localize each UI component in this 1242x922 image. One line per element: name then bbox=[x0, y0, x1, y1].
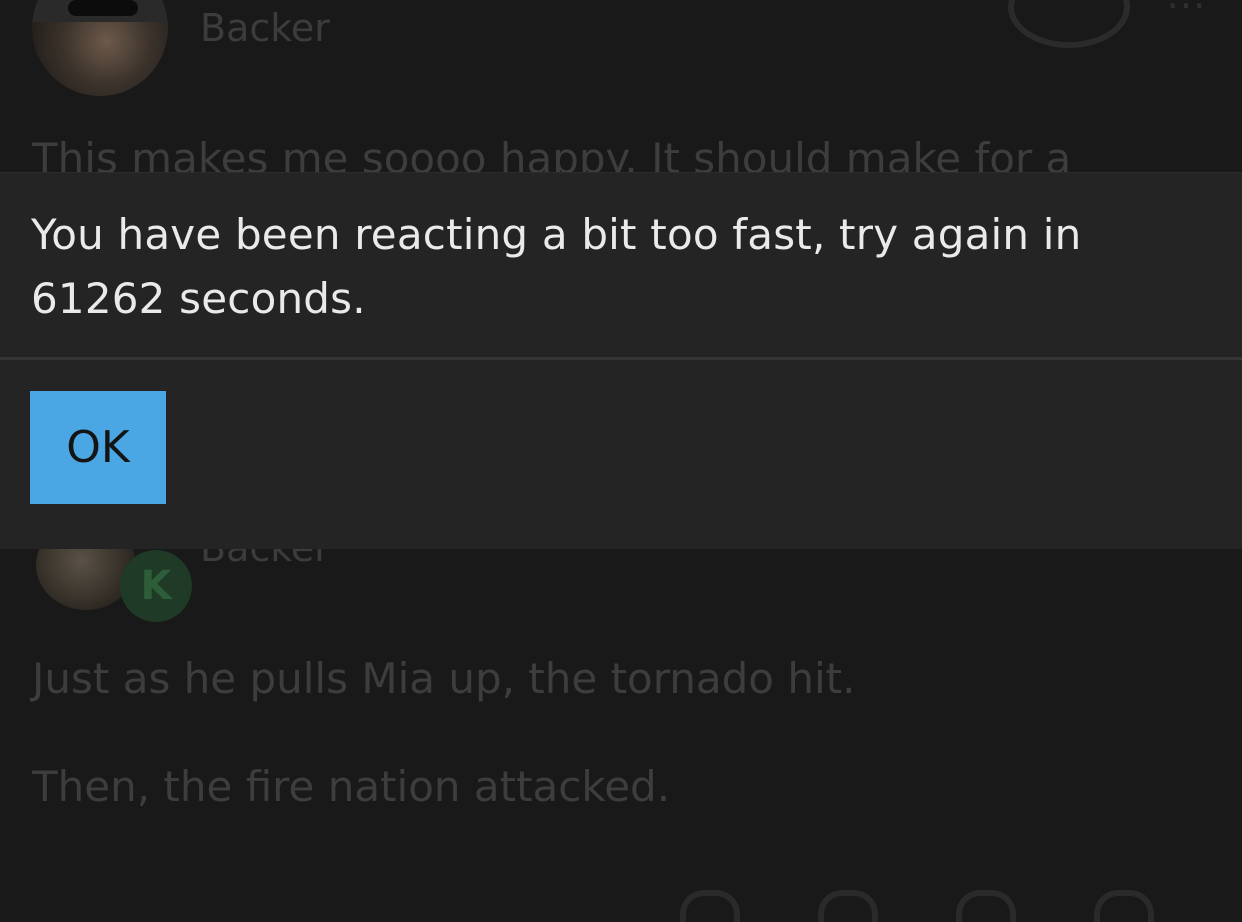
like-icon bbox=[680, 890, 740, 922]
avatar-glasses bbox=[68, 0, 138, 16]
reply-icon bbox=[1094, 890, 1154, 922]
more-icon: ⋯ bbox=[1166, 0, 1212, 28]
post-text-line: Just as he pulls Mia up, the tornado hit… bbox=[32, 654, 856, 703]
post-actions bbox=[680, 890, 1154, 922]
rate-limit-dialog: You have been reacting a bit too fast, t… bbox=[0, 172, 1242, 549]
ok-button[interactable]: OK bbox=[30, 391, 166, 504]
link-icon bbox=[818, 890, 878, 922]
dialog-divider bbox=[0, 357, 1242, 360]
kickstarter-badge-icon: K bbox=[120, 550, 192, 622]
dialog-message: You have been reacting a bit too fast, t… bbox=[31, 210, 1082, 323]
page: Backer ⋯ This makes me soooo happy. It s… bbox=[0, 0, 1242, 922]
reaction-icon bbox=[1008, 0, 1130, 48]
user-role: Backer bbox=[200, 6, 330, 50]
avatar bbox=[32, 0, 168, 96]
flag-icon bbox=[956, 890, 1016, 922]
post-text-line: Then, the fire nation attacked. bbox=[32, 762, 671, 811]
